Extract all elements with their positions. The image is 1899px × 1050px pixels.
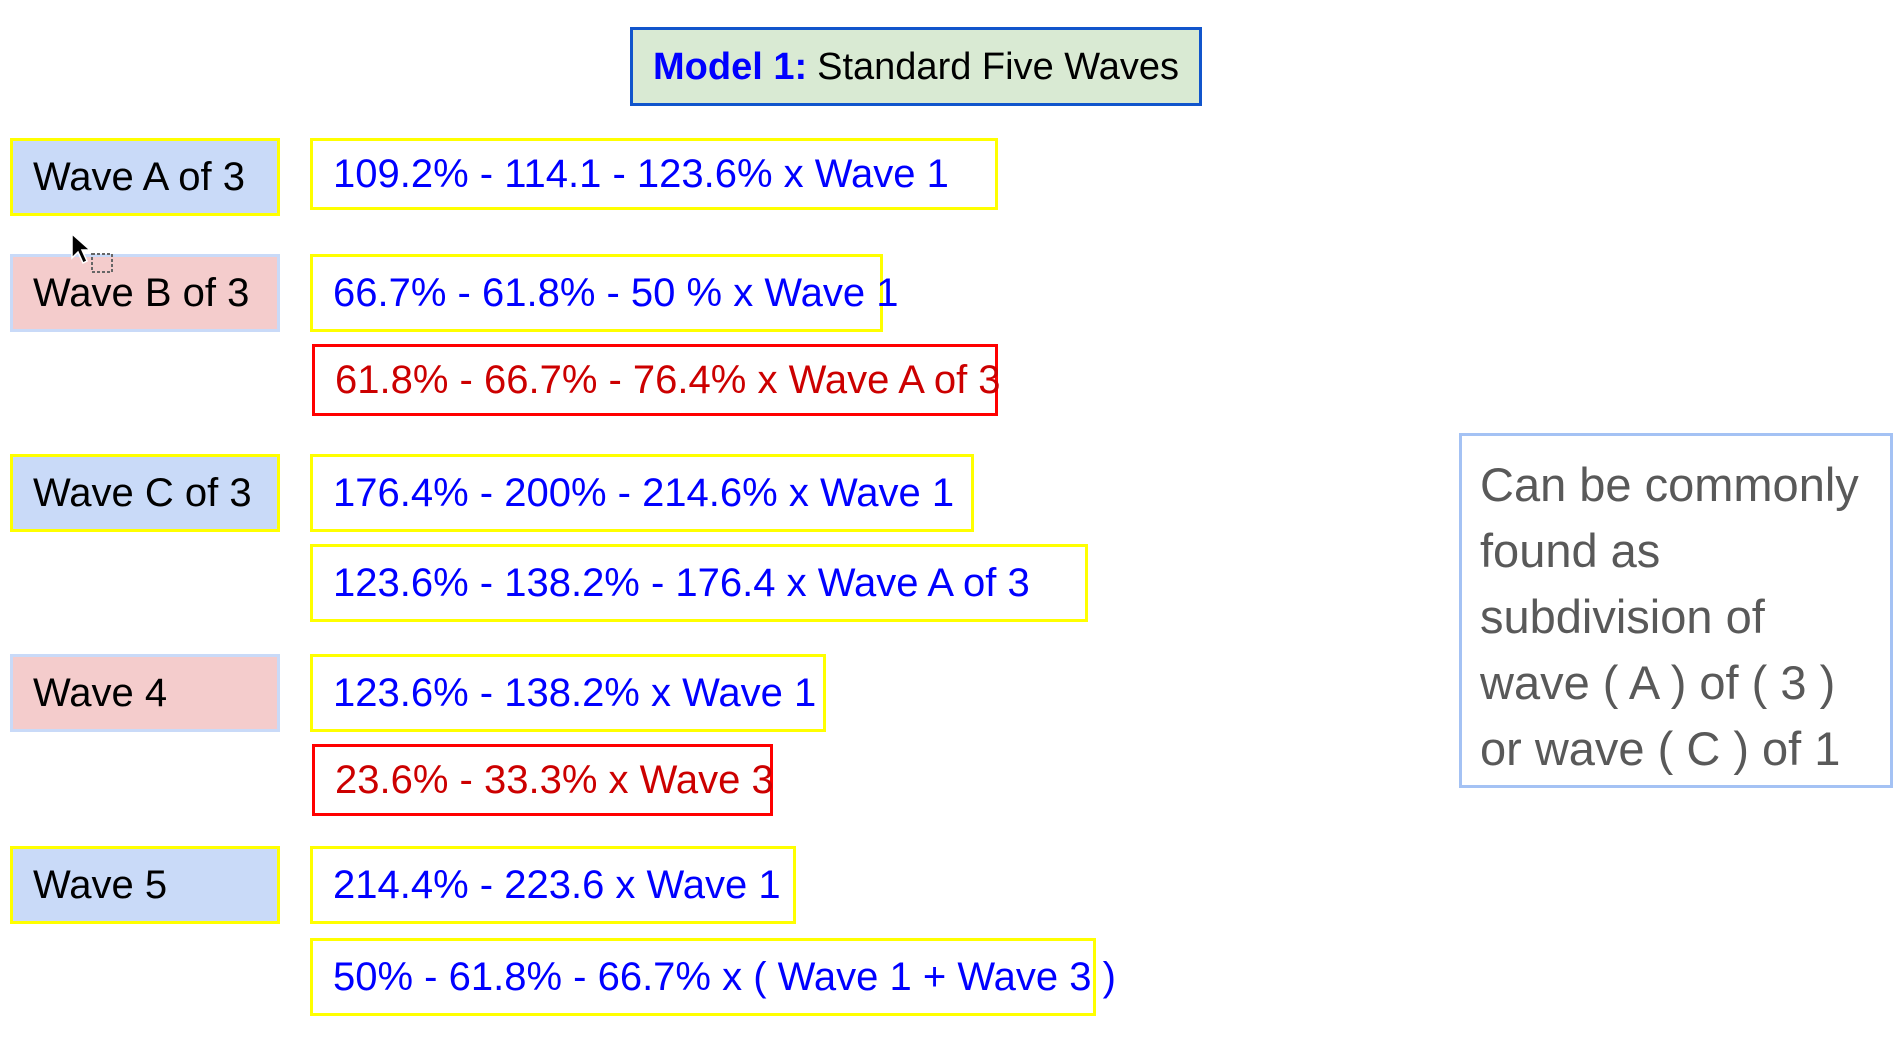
wave-label-5: Wave 5	[10, 846, 280, 924]
title-prefix: Model 1:	[653, 45, 808, 88]
wave-label-4: Wave 4	[10, 654, 280, 732]
wave-label-a-of-3: Wave A of 3	[10, 138, 280, 216]
ratio-box-b-of-3-1: 66.7% - 61.8% - 50 % x Wave 1	[310, 254, 898, 332]
mouse-pointer-icon	[71, 232, 113, 273]
wave-label-c-of-3: Wave C of 3	[10, 454, 280, 532]
ratio-box-c-of-3-1: 176.4% - 200% - 214.6% x Wave 1	[310, 454, 974, 532]
ratio-box-a-of-3-1: 109.2% - 114.1 - 123.6% x Wave 1	[310, 138, 998, 210]
side-note: Can be commonly found as subdivision of …	[1459, 433, 1893, 788]
wave-label-b-of-3: Wave B of 3	[10, 254, 280, 332]
title-text: Standard Five Waves	[817, 45, 1179, 88]
page-title: Model 1: Standard Five Waves	[630, 27, 1202, 106]
ratio-box-4-1: 123.6% - 138.2% x Wave 1	[310, 654, 826, 732]
ratio-box-c-of-3-2: 123.6% - 138.2% - 176.4 x Wave A of 3	[310, 544, 1088, 622]
ratio-box-4-2: 23.6% - 33.3% x Wave 3	[312, 744, 774, 816]
ratio-box-b-of-3-2: 61.8% - 66.7% - 76.4% x Wave A of 3	[312, 344, 1001, 416]
ratio-box-5-1: 214.4% - 223.6 x Wave 1	[310, 846, 796, 924]
ratio-box-5-2: 50% - 61.8% - 66.7% x ( Wave 1 + Wave 3 …	[310, 938, 1116, 1016]
